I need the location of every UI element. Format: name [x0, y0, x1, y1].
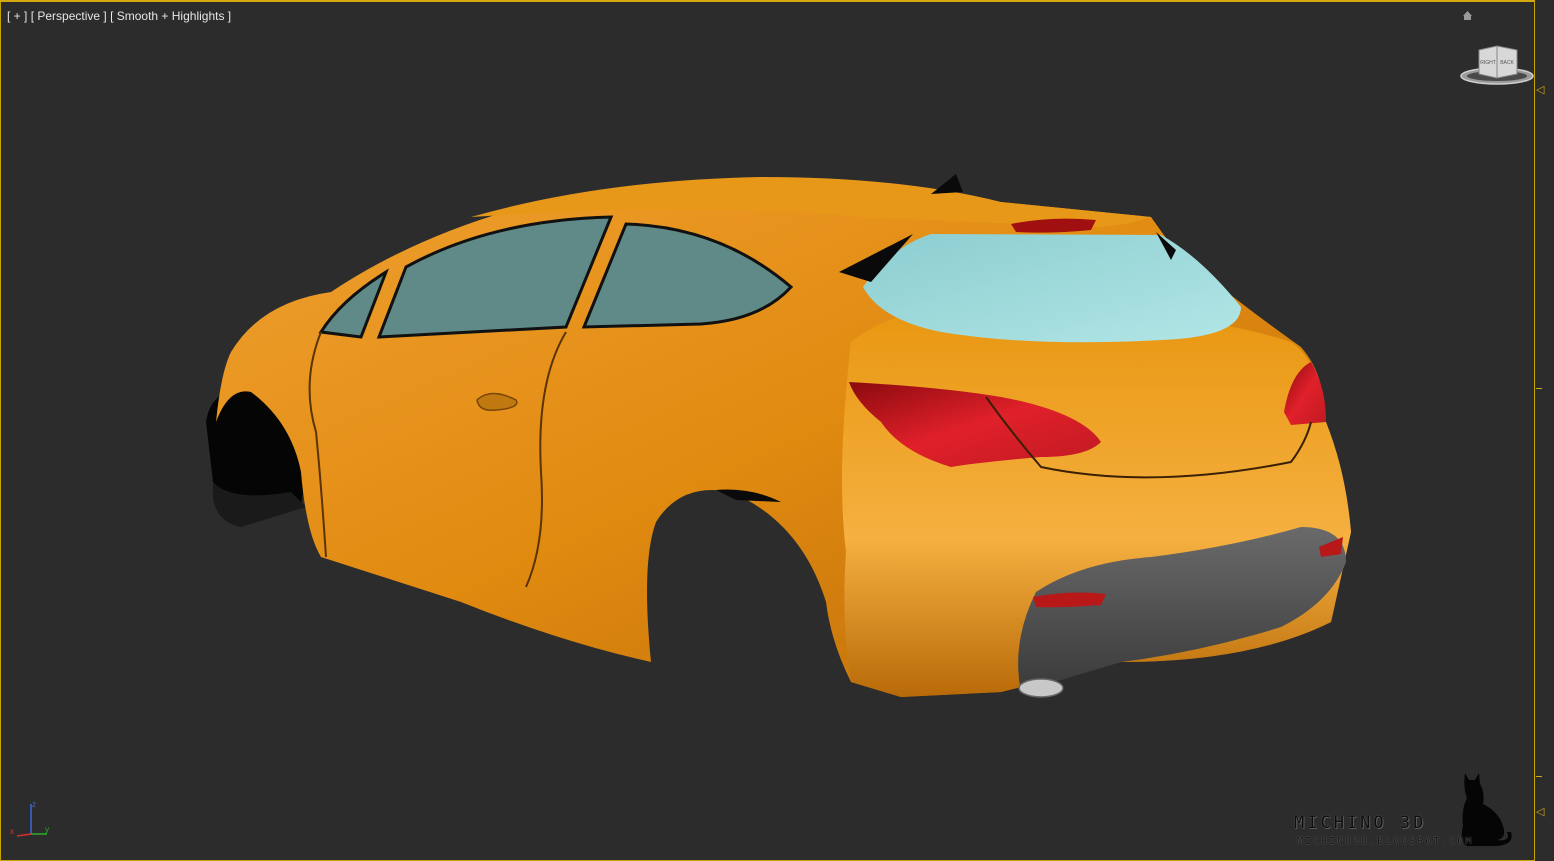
- perspective-viewport[interactable]: [ + ] [ Perspective ] [ Smooth + Highlig…: [0, 0, 1554, 861]
- viewcube-face-back[interactable]: BACK: [1500, 60, 1514, 66]
- watermark-title: MICHINO 3D: [1294, 813, 1427, 833]
- edge-tick: [1536, 776, 1542, 777]
- axis-tripod-icon: z y x: [10, 800, 49, 837]
- axis-label-z: z: [32, 800, 36, 809]
- car-3d-model[interactable]: [1, 2, 1535, 861]
- edge-tick: [1536, 388, 1542, 389]
- roof-antenna: [931, 174, 963, 194]
- viewcube-icon[interactable]: RIGHT BACK: [1459, 42, 1535, 88]
- home-icon[interactable]: [1462, 10, 1473, 21]
- scroll-marker-bottom-icon[interactable]: ◁: [1536, 805, 1544, 818]
- rear-windshield: [863, 234, 1241, 343]
- viewport-right-edge: [1534, 0, 1554, 861]
- axis-label-x: x: [10, 827, 14, 836]
- scroll-marker-top-icon[interactable]: ◁: [1536, 83, 1544, 96]
- watermark-url: MICHINO3D.BLOGSPOT.COM: [1297, 836, 1474, 847]
- exhaust-tip: [1018, 678, 1064, 698]
- viewcube-face-right[interactable]: RIGHT: [1480, 60, 1496, 66]
- axis-label-y: y: [45, 825, 49, 834]
